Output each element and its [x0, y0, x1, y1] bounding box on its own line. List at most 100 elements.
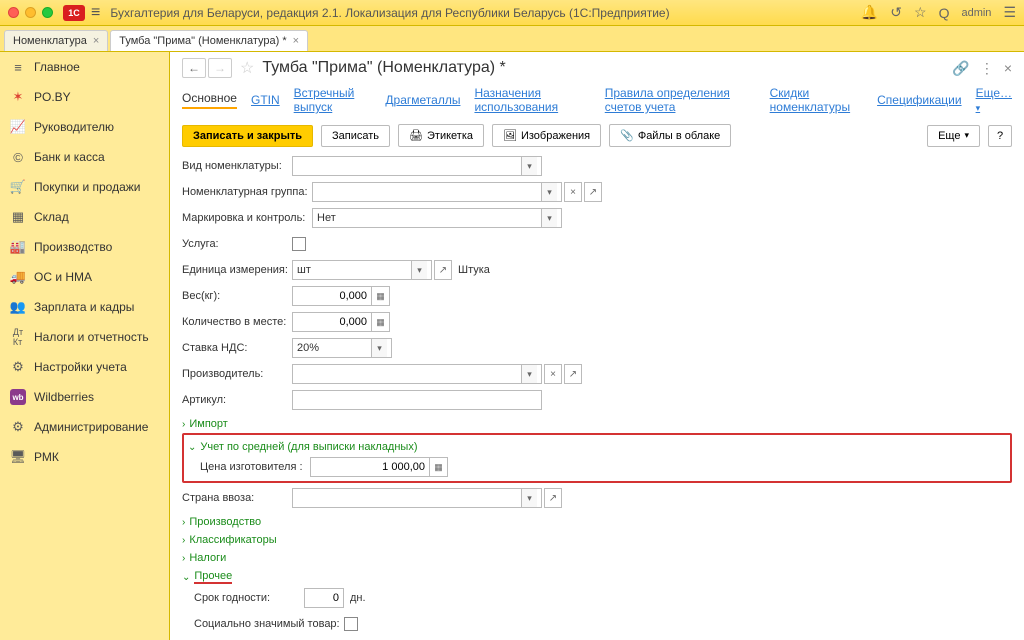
label-weight: Вес(кг): — [182, 290, 292, 302]
more-actions-button[interactable]: Еще — [927, 125, 980, 147]
chevron-down-icon[interactable]: ▾ — [371, 339, 387, 357]
subtab-main[interactable]: Основное — [182, 91, 237, 109]
user-label[interactable]: admin — [961, 7, 991, 19]
nav-rmk[interactable]: 🖥РМК — [0, 442, 169, 472]
nav-label: РМК — [34, 450, 59, 464]
sku-input[interactable] — [292, 390, 542, 410]
chevron-down-icon[interactable]: ▾ — [541, 209, 557, 227]
nav-taxes[interactable]: ДтКтНалоги и отчетность — [0, 322, 169, 352]
nav-production[interactable]: 🏭Производство — [0, 232, 169, 262]
nav-wildberries[interactable]: wbWildberries — [0, 382, 169, 412]
maximize-window-icon[interactable] — [42, 7, 53, 18]
kind-select[interactable]: ▾ — [292, 156, 542, 176]
history-icon[interactable]: ↺ — [890, 4, 902, 21]
subtab-usage[interactable]: Назначения использования — [474, 86, 590, 114]
chevron-down-icon[interactable]: ▾ — [521, 365, 537, 383]
cloud-files-button[interactable]: 📎Файлы в облаке — [609, 124, 731, 147]
label-marking: Маркировка и контроль: — [182, 212, 312, 224]
nav-back-button[interactable]: ← — [182, 58, 206, 78]
calculator-icon[interactable]: ▦ — [372, 286, 390, 306]
clear-button[interactable]: × — [564, 182, 582, 202]
nav-main[interactable]: ≡Главное — [0, 52, 169, 82]
social-checkbox[interactable] — [344, 617, 358, 631]
open-ref-button[interactable]: ↗ — [564, 364, 582, 384]
doctab-label: Номенклатура — [13, 35, 87, 47]
group-classifiers[interactable]: Классификаторы — [182, 531, 1012, 549]
help-button[interactable]: ? — [988, 125, 1012, 147]
search-icon[interactable]: Q — [939, 5, 950, 21]
print-label-button[interactable]: 🖨Этикетка — [398, 124, 484, 147]
calculator-icon[interactable]: ▦ — [430, 457, 448, 477]
subtab-gtin[interactable]: GTIN — [251, 93, 280, 107]
close-tab-icon[interactable]: × — [293, 35, 299, 47]
close-window-icon[interactable] — [8, 7, 19, 18]
calculator-icon[interactable]: ▦ — [372, 312, 390, 332]
star-icon[interactable]: ☆ — [914, 4, 927, 21]
chevron-down-icon[interactable]: ▾ — [521, 489, 537, 507]
truck-icon: 🚚 — [10, 269, 26, 285]
marking-select[interactable]: Нет▾ — [312, 208, 562, 228]
nav-settings[interactable]: ⚙Настройки учета — [0, 352, 169, 382]
close-page-icon[interactable]: × — [1004, 60, 1012, 77]
weight-input[interactable] — [292, 286, 372, 306]
nav-forward-button[interactable]: → — [208, 58, 232, 78]
country-select[interactable]: ▾ — [292, 488, 542, 508]
nav-manager[interactable]: 📈Руководителю — [0, 112, 169, 142]
subtab-more[interactable]: Еще… — [976, 86, 1012, 114]
clear-button[interactable]: × — [544, 364, 562, 384]
unit-select[interactable]: шт▾ — [292, 260, 432, 280]
label-shelf: Срок годности: — [194, 592, 304, 604]
group-production[interactable]: Производство — [182, 513, 1012, 531]
subtab-accounts[interactable]: Правила определения счетов учета — [605, 86, 756, 114]
nav-stock[interactable]: ▦Склад — [0, 202, 169, 232]
open-ref-button[interactable]: ↗ — [544, 488, 562, 508]
nav-sales[interactable]: 🛒Покупки и продажи — [0, 172, 169, 202]
vat-select[interactable]: 20%▾ — [292, 338, 392, 358]
group-select[interactable]: ▾ — [312, 182, 562, 202]
open-ref-button[interactable]: ↗ — [584, 182, 602, 202]
manufacturer-select[interactable]: ▾ — [292, 364, 542, 384]
people-icon: 👥 — [10, 299, 26, 315]
subtab-specs[interactable]: Спецификации — [877, 93, 961, 107]
more-vert-icon[interactable]: ⋮ — [980, 60, 994, 77]
shelf-input[interactable] — [304, 588, 344, 608]
group-other[interactable]: Прочее — [182, 567, 1012, 587]
group-taxes[interactable]: Налоги — [182, 549, 1012, 567]
subtab-metals[interactable]: Драгметаллы — [385, 93, 460, 107]
open-ref-button[interactable]: ↗ — [434, 260, 452, 280]
bell-icon[interactable]: 🔔 — [861, 4, 878, 21]
nav-bank[interactable]: ©Банк и касса — [0, 142, 169, 172]
nav-poby[interactable]: ✶PO.BY — [0, 82, 169, 112]
chevron-down-icon[interactable]: ▾ — [541, 183, 557, 201]
group-label: Прочее — [194, 570, 232, 584]
nav-assets[interactable]: 🚚ОС и НМА — [0, 262, 169, 292]
debit-credit-icon: ДтКт — [10, 329, 26, 345]
group-average[interactable]: Учет по средней (для выписки накладных) — [188, 438, 1006, 456]
titlebar-icons: 🔔 ↺ ☆ Q admin ☰ — [861, 4, 1016, 21]
group-label: Классификаторы — [189, 534, 276, 546]
save-button[interactable]: Записать — [321, 125, 390, 147]
document-tabstrip: Номенклатура × Тумба "Прима" (Номенклату… — [0, 26, 1024, 52]
subtab-discounts[interactable]: Скидки номенклатуры — [770, 86, 863, 114]
chevron-down-icon[interactable]: ▾ — [521, 157, 537, 175]
group-import[interactable]: Импорт — [182, 415, 1012, 433]
service-checkbox[interactable] — [292, 237, 306, 251]
settings-icon[interactable]: ☰ — [1003, 4, 1016, 21]
qty-input[interactable] — [292, 312, 372, 332]
nav-hr[interactable]: 👥Зарплата и кадры — [0, 292, 169, 322]
maker-price-input[interactable] — [310, 457, 430, 477]
save-and-close-button[interactable]: Записать и закрыть — [182, 125, 313, 147]
minimize-window-icon[interactable] — [25, 7, 36, 18]
hamburger-menu-icon[interactable]: ≡ — [91, 4, 100, 22]
page-header: ← → ☆ Тумба "Прима" (Номенклатура) * 🔗 ⋮… — [170, 52, 1024, 82]
link-icon[interactable]: 🔗 — [952, 60, 969, 77]
favorite-star-icon[interactable]: ☆ — [240, 58, 254, 78]
doctab-nomenclature[interactable]: Номенклатура × — [4, 30, 108, 51]
doctab-tumba-prima[interactable]: Тумба "Прима" (Номенклатура) * × — [110, 30, 308, 51]
subtab-counter[interactable]: Встречный выпуск — [294, 86, 372, 114]
chevron-down-icon[interactable]: ▾ — [411, 261, 427, 279]
window-title: Бухгалтерия для Беларуси, редакция 2.1. … — [110, 6, 861, 20]
close-tab-icon[interactable]: × — [93, 35, 99, 47]
images-button[interactable]: 🖼Изображения — [492, 124, 601, 147]
nav-admin[interactable]: ⚙Администрирование — [0, 412, 169, 442]
